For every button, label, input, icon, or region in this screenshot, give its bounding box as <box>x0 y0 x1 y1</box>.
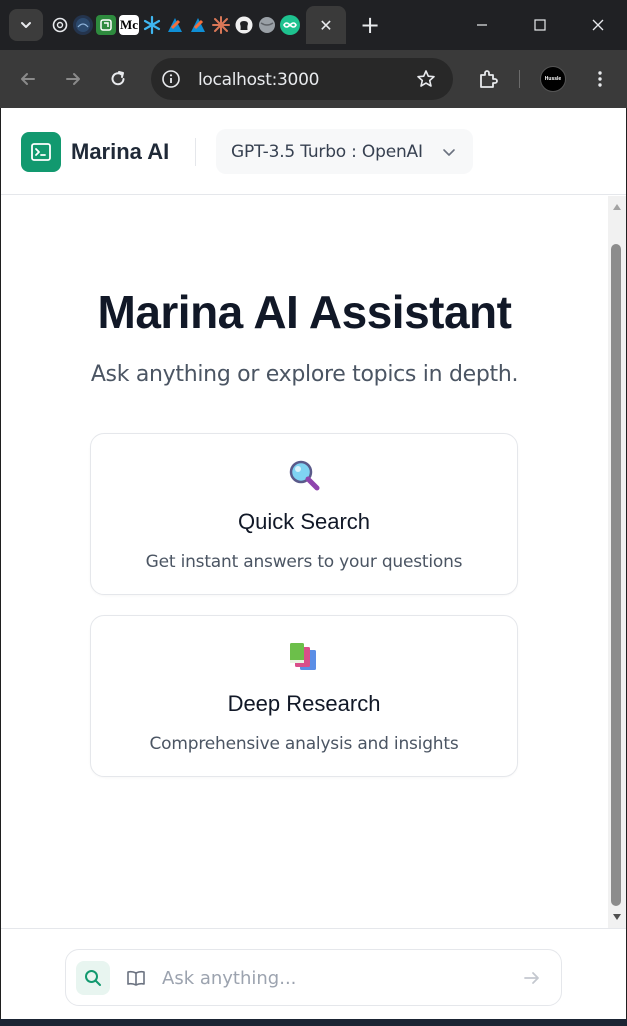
browser-menu-button[interactable] <box>586 65 614 93</box>
minimize-icon <box>477 24 487 26</box>
model-selector-label: GPT-3.5 Turbo : OpenAI <box>231 142 423 162</box>
model-selector[interactable]: GPT-3.5 Turbo : OpenAI <box>216 129 473 174</box>
magnifier-emoji-icon <box>91 458 517 492</box>
address-text[interactable]: localhost:3000 <box>198 70 319 90</box>
page-scrollbar[interactable] <box>608 196 626 929</box>
scroll-up-arrow-icon[interactable] <box>611 201 623 213</box>
app-header: Marina AI GPT-3.5 Turbo : OpenAI <box>1 108 626 195</box>
chevron-down-icon <box>443 149 455 156</box>
profile-label: Hussle <box>544 76 562 82</box>
search-mode-button[interactable] <box>76 961 110 995</box>
page-viewport: Marina AI GPT-3.5 Turbo : OpenAI Marina … <box>1 108 626 1019</box>
maximize-button[interactable] <box>511 0 569 50</box>
card-title: Deep Research <box>227 691 381 716</box>
globe-favicon-icon[interactable] <box>73 15 93 35</box>
tab-search-button[interactable] <box>9 9 43 41</box>
browser-toolbar: localhost:3000 Hussle <box>0 50 627 108</box>
puzzle-icon <box>480 70 498 88</box>
scroll-down-arrow-icon[interactable] <box>611 911 623 923</box>
deep-research-card[interactable]: Deep Research Comprehensive analysis and… <box>90 615 518 777</box>
claude-favicon-icon[interactable] <box>211 15 231 35</box>
active-tab[interactable]: ✕ <box>306 6 346 44</box>
flutter-favicon-icon[interactable] <box>165 15 185 35</box>
minimize-button[interactable] <box>453 0 511 50</box>
book-open-icon <box>127 970 145 986</box>
snowflake-favicon-icon[interactable] <box>142 15 162 35</box>
forward-button[interactable] <box>59 65 87 93</box>
new-tab-button[interactable]: + <box>358 13 382 37</box>
header-divider <box>195 138 196 166</box>
app-brand-name: Marina AI <box>71 139 170 164</box>
site-info-icon[interactable] <box>161 69 181 89</box>
extensions-button[interactable] <box>474 65 502 93</box>
research-mode-button[interactable] <box>119 961 153 995</box>
chat-footer <box>1 928 626 1019</box>
app-logo[interactable] <box>21 132 61 172</box>
card-description: Comprehensive analysis and insights <box>149 734 459 754</box>
reload-button[interactable] <box>104 65 132 93</box>
card-title: Quick Search <box>237 509 371 534</box>
toolbar-divider <box>519 70 520 88</box>
medium-favicon-icon[interactable]: Mc <box>119 15 139 35</box>
arrow-right-icon <box>66 73 80 85</box>
profile-avatar[interactable]: Hussle <box>540 66 566 92</box>
hero-subtitle: Ask anything or explore topics in depth. <box>90 362 519 387</box>
close-tab-icon[interactable]: ✕ <box>319 16 332 35</box>
window-controls <box>453 0 627 50</box>
close-icon <box>592 19 604 31</box>
chat-input[interactable] <box>162 964 502 992</box>
books-emoji-icon <box>91 640 517 674</box>
back-button[interactable] <box>14 65 42 93</box>
more-vert-icon <box>598 71 602 87</box>
main-content: Marina AI Assistant Ask anything or expl… <box>1 196 608 928</box>
search-icon <box>85 970 101 986</box>
maximize-icon <box>534 19 546 31</box>
arrow-left-icon <box>21 73 35 85</box>
hero-title: Marina AI Assistant <box>97 286 512 338</box>
globe-favicon-2-icon[interactable] <box>257 15 277 35</box>
infinity-favicon-icon[interactable] <box>280 15 300 35</box>
arrow-right-icon <box>524 972 539 984</box>
browser-tabstrip: Mc ✕ + <box>0 0 627 50</box>
chatgpt-favicon-icon[interactable] <box>50 15 70 35</box>
github-favicon-icon[interactable] <box>234 15 254 35</box>
address-bar[interactable]: localhost:3000 <box>151 58 453 100</box>
plus-icon: + <box>359 11 381 39</box>
bookmark-star-icon[interactable] <box>416 69 436 89</box>
chevron-down-icon <box>21 22 31 28</box>
green-favicon-icon[interactable] <box>96 15 116 35</box>
reload-icon <box>111 71 125 86</box>
terminal-icon <box>31 143 51 161</box>
taskbar-strip <box>0 1019 627 1026</box>
flutter-favicon-2-icon[interactable] <box>188 15 208 35</box>
pinned-tabs: Mc <box>50 13 300 37</box>
scrollbar-thumb[interactable] <box>611 244 621 906</box>
chat-input-box <box>65 949 562 1006</box>
close-window-button[interactable] <box>569 0 627 50</box>
quick-search-card[interactable]: Quick Search Get instant answers to your… <box>90 433 518 595</box>
card-description: Get instant answers to your questions <box>145 552 463 572</box>
send-button[interactable] <box>519 965 545 991</box>
